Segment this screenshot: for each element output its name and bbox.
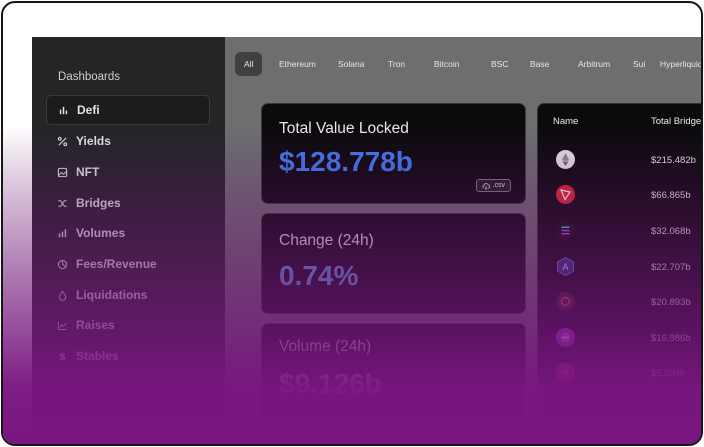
table-row[interactable]: $215.482b — [538, 143, 701, 177]
sidebar-item-label: Yields — [76, 134, 111, 148]
chain-tab-ethereum[interactable]: Ethereum — [279, 52, 316, 76]
tvl-value: $128.778b — [279, 146, 413, 177]
sidebar-item-nft[interactable]: NFT — [46, 157, 210, 187]
cloud-download-icon — [482, 182, 490, 190]
column-header-name[interactable]: Name — [553, 116, 578, 127]
total-bridge-value: $22.707b — [651, 262, 691, 273]
bridges-table: Name Total Bridge $215.482b $66.865b $32… — [537, 103, 701, 444]
svg-text:$: $ — [58, 352, 65, 362]
sidebar-item-label: Liquidations — [76, 288, 148, 302]
total-bridge-value: $16.986b — [651, 333, 691, 344]
table-row[interactable]: $32.068b — [538, 214, 701, 248]
download-csv-button[interactable]: .csv — [475, 179, 511, 192]
chain-tab-all[interactable]: All — [235, 52, 263, 76]
sidebar-item-label: Fees/Revenue — [76, 257, 157, 271]
table-row[interactable]: $16.986b — [538, 321, 701, 355]
chain-tab-sui[interactable]: Sui — [633, 52, 645, 76]
droplet-icon — [56, 289, 68, 301]
chain-tab-bitcoin[interactable]: Bitcoin — [434, 52, 460, 76]
sidebar-item-yields[interactable]: Yields — [46, 126, 210, 156]
chain-logo-icon — [556, 328, 575, 347]
bar-chart-icon — [56, 227, 68, 239]
bar-chart-icon — [57, 104, 69, 116]
card-label: Change (24h) — [279, 232, 374, 249]
total-bridge-value: $5.504b — [651, 368, 686, 379]
sidebar-item-label: Volumes — [76, 226, 126, 240]
sidebar-item-label: Raises — [76, 318, 115, 332]
csv-label: .csv — [492, 182, 505, 189]
card-label: Volume (24h) — [279, 338, 372, 355]
sidebar-item-defi[interactable]: Defi — [46, 95, 210, 125]
sidebar-item-liquidations[interactable]: Liquidations — [46, 280, 210, 310]
chain-tab-arbitrum[interactable]: Arbitrum — [578, 52, 610, 76]
chain-logo-icon — [556, 292, 575, 311]
sidebar-item-volumes[interactable]: Volumes — [46, 218, 210, 248]
pie-chart-icon — [56, 258, 68, 270]
sidebar-item-label: Stables — [76, 349, 119, 363]
chain-tab-solana[interactable]: Solana — [338, 52, 364, 76]
screenshot-frame: Dashboards Defi Yields NFT Bridges Volum… — [1, 1, 703, 446]
total-bridge-value: $66.865b — [651, 190, 691, 201]
svg-text:A: A — [562, 263, 569, 273]
sidebar-item-label: Bridges — [76, 196, 121, 210]
sidebar-item-label: NFT — [76, 165, 100, 179]
sidebar-item-label: Defi — [77, 103, 100, 117]
change-24h-value: 0.74% — [279, 260, 359, 291]
tron-icon — [556, 185, 575, 204]
column-header-total-bridge[interactable]: Total Bridge — [651, 116, 701, 127]
chain-tab-bsc[interactable]: BSC — [491, 52, 508, 76]
arbitrum-icon: A — [556, 257, 575, 276]
line-chart-icon — [56, 319, 68, 331]
image-icon — [56, 166, 68, 178]
shuffle-icon — [56, 197, 68, 209]
volume-24h-card: Volume (24h) $9.126b — [261, 323, 526, 433]
card-label: Total Value Locked — [279, 120, 409, 137]
solana-icon — [556, 221, 575, 240]
app-window: Dashboards Defi Yields NFT Bridges Volum… — [32, 37, 701, 444]
total-bridge-value: $20.893b — [651, 297, 691, 308]
sidebar-item-stables[interactable]: $ Stables — [46, 341, 210, 371]
sidebar: Dashboards Defi Yields NFT Bridges Volum… — [32, 37, 225, 444]
ethereum-icon — [556, 150, 575, 169]
table-row[interactable]: A $22.707b — [538, 250, 701, 284]
tvl-card: Total Value Locked $128.778b .csv — [261, 103, 526, 204]
sidebar-item-bridges[interactable]: Bridges — [46, 188, 210, 218]
percent-icon — [56, 135, 68, 147]
volume-24h-value: $9.126b — [279, 368, 382, 399]
sidebar-title: Dashboards — [58, 71, 121, 83]
chain-tab-tron[interactable]: Tron — [388, 52, 405, 76]
main-content: All Ethereum Solana Tron Bitcoin BSC Bas… — [225, 37, 701, 444]
svg-text:OP: OP — [561, 370, 570, 377]
dollar-icon: $ — [56, 350, 68, 362]
total-bridge-value: $32.068b — [651, 226, 691, 237]
chain-tab-base[interactable]: Base — [530, 52, 549, 76]
table-row[interactable]: OP $5.504b — [538, 356, 701, 390]
sidebar-item-fees-revenue[interactable]: Fees/Revenue — [46, 249, 210, 279]
change-24h-card: Change (24h) 0.74% — [261, 213, 526, 314]
table-row[interactable]: $20.893b — [538, 285, 701, 319]
chain-tab-hyperliquid[interactable]: Hyperliquid — [660, 52, 701, 76]
total-bridge-value: $215.482b — [651, 155, 696, 166]
sidebar-item-raises[interactable]: Raises — [46, 310, 210, 340]
table-row[interactable]: $66.865b — [538, 178, 701, 212]
chain-logo-icon: OP — [556, 363, 575, 382]
